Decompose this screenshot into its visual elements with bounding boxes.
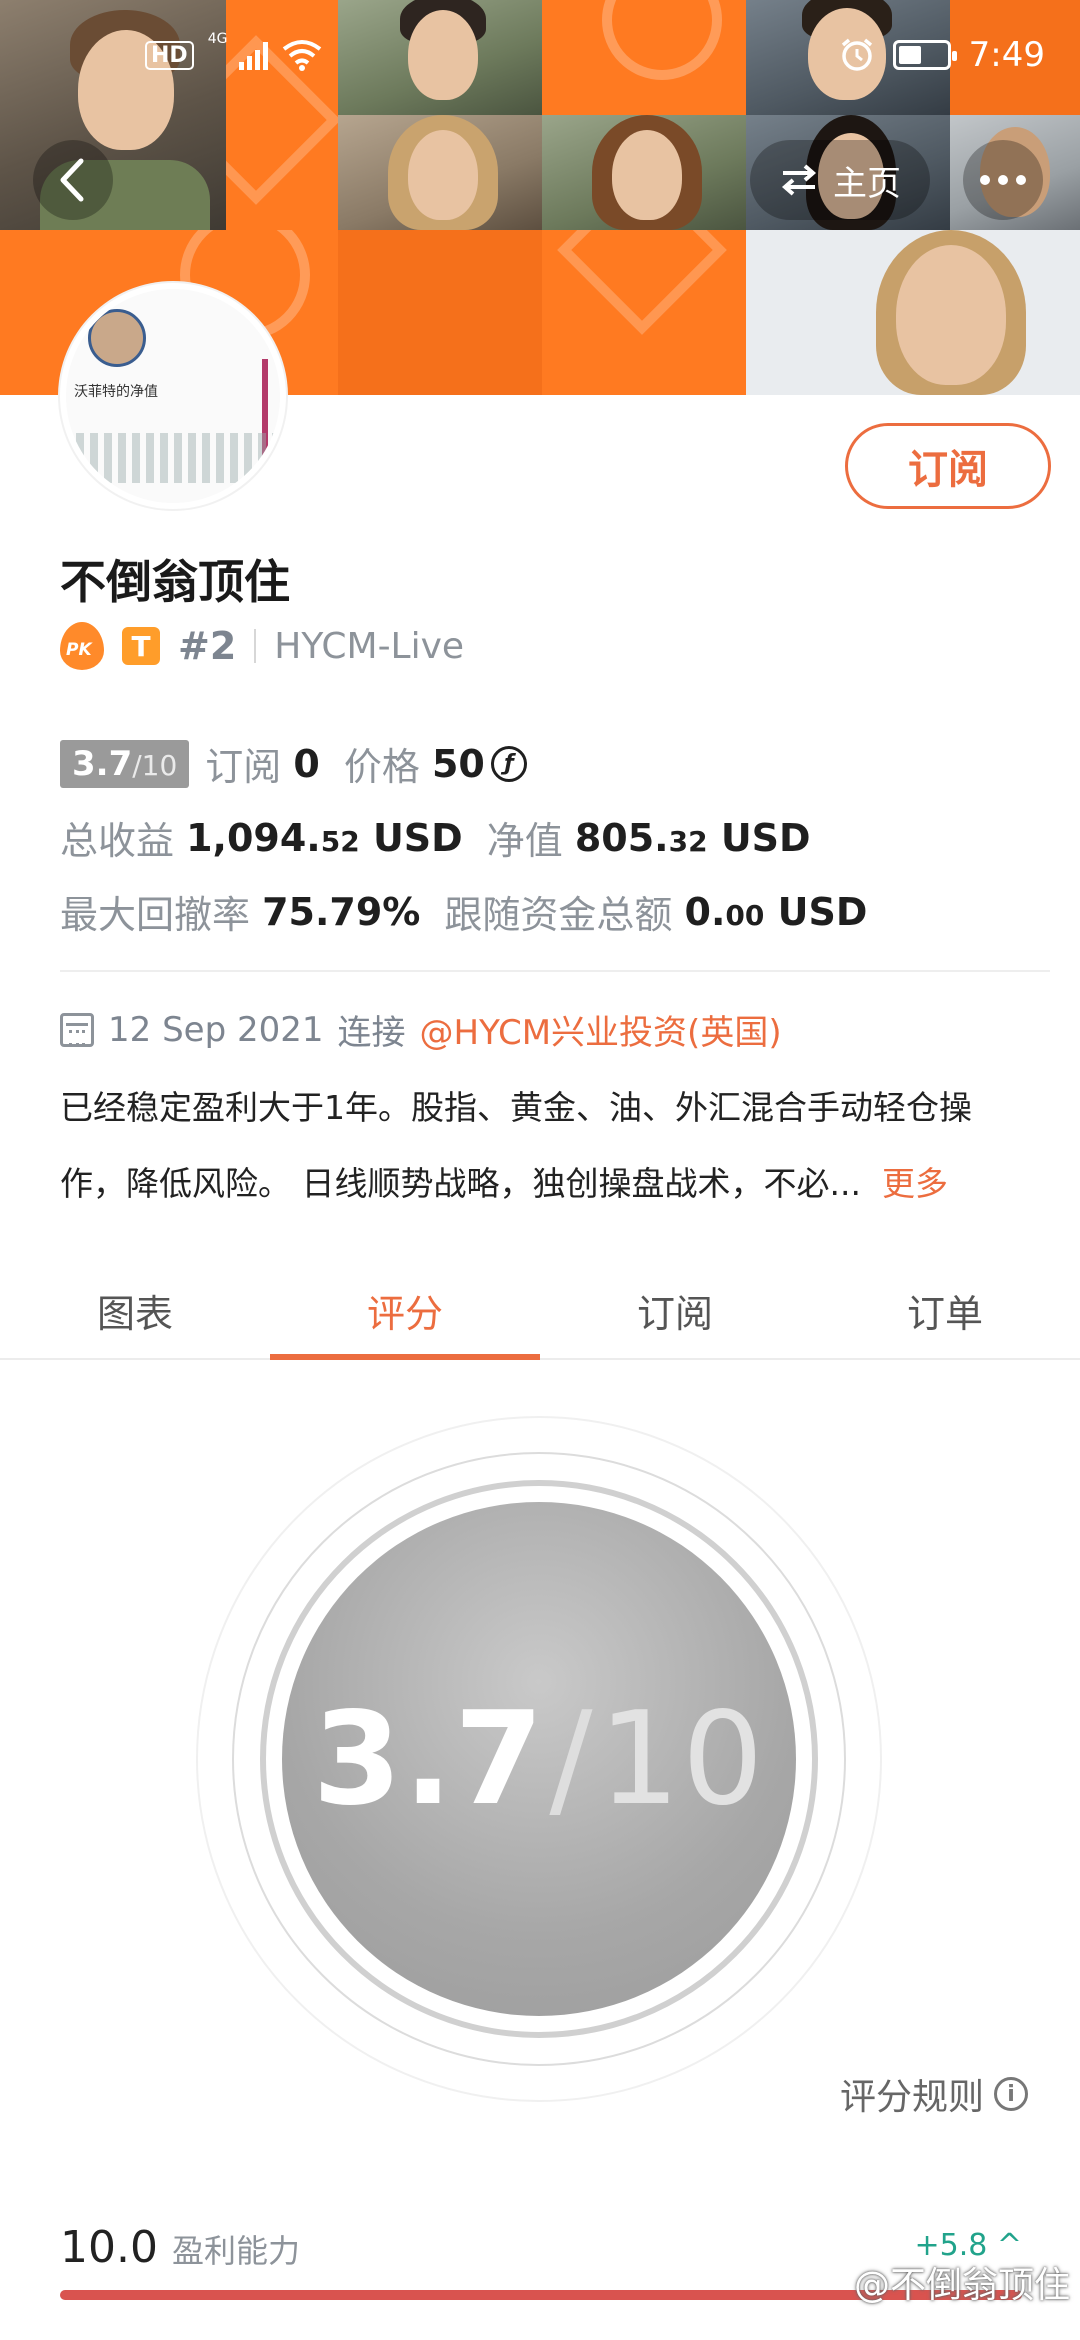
subscribe-count-label: 订阅 [205, 745, 282, 789]
banner-pattern [338, 230, 542, 395]
banner-photo [746, 230, 1080, 395]
tab-chart[interactable]: 图表 [0, 1262, 270, 1358]
banner-pattern [542, 230, 746, 395]
price-value: 50 [431, 741, 485, 786]
more-button[interactable] [963, 140, 1043, 220]
banner-photo [542, 115, 746, 230]
avatar[interactable]: 沃菲特的净值 [60, 283, 286, 509]
back-button[interactable] [33, 140, 113, 220]
metric-label: 盈利能力 [171, 2232, 300, 2270]
description-line-2: 作，降低风险。 日线顺势战略，独创操盘战术，不必... 更多 [60, 1164, 948, 1203]
rating-rules-link[interactable]: 评分规则 i [840, 2068, 1028, 2120]
chevron-left-icon [60, 158, 84, 202]
avatar-caption: 沃菲特的净值 [74, 384, 158, 400]
swap-arrows-icon [781, 164, 817, 196]
metric-profitability: 10.0 盈利能力 [60, 2222, 300, 2273]
stats-row-2: 总收益 1,094.52 USD 净值 805.32 USD [60, 810, 811, 865]
net-value-label: 净值 [486, 819, 563, 863]
divider [254, 629, 257, 663]
info-icon: i [994, 2077, 1028, 2111]
broker-link[interactable]: @HYCM兴业投资(英国) [420, 1005, 782, 1054]
tab-subscriptions[interactable]: 订阅 [540, 1262, 810, 1358]
t-badge-icon: T [122, 627, 160, 665]
calendar-icon [60, 1012, 94, 1047]
score-value: 3.7 [312, 1684, 546, 1834]
connection-row: 12 Sep 2021 连接 @HYCM兴业投资(英国) [60, 1005, 782, 1054]
alarm-icon [841, 38, 872, 71]
follow-funds-value: 0.00 USD [684, 889, 868, 934]
drawdown-label: 最大回撤率 [60, 893, 251, 937]
coin-icon: ƒ [490, 745, 527, 782]
profile-badges: PK T #2 HYCM-Live [60, 618, 464, 674]
follow-funds-label: 跟随资金总额 [444, 893, 673, 937]
net-value-value: 805.32 USD [574, 815, 811, 860]
tab-orders[interactable]: 订单 [810, 1262, 1080, 1358]
hd-indicator: HD [145, 40, 194, 70]
score-text: 3.7/10 [312, 1684, 766, 1834]
stats-row-3: 最大回撤率 75.79% 跟随资金总额 0.00 USD [60, 884, 867, 939]
connect-date: 12 Sep 2021 [108, 1009, 324, 1050]
score-max: 10 [598, 1684, 766, 1834]
tab-rating[interactable]: 评分 [270, 1262, 540, 1360]
drawdown-value: 75.79% [262, 889, 421, 934]
metric-value: 10.0 [60, 2222, 158, 2273]
banner-pattern [542, 0, 746, 115]
wifi-icon [283, 40, 322, 71]
total-profit-value: 1,094.52 USD [186, 815, 463, 860]
home-label: 主页 [833, 163, 901, 204]
price-label: 价格 [343, 745, 420, 789]
profile-name: 不倒翁顶住 [60, 555, 290, 609]
score-disc: 3.7/10 [282, 1502, 796, 2016]
clock: 7:49 [968, 35, 1045, 75]
home-button[interactable]: 主页 [750, 140, 930, 220]
tab-bar: 图表 评分 订阅 订单 [0, 1262, 1080, 1360]
battery-icon [892, 40, 957, 70]
connect-label: 连接 [337, 1013, 406, 1053]
banner-photo [338, 0, 542, 115]
rating-badge: 3.7/10 [60, 739, 190, 788]
section-divider [60, 970, 1050, 972]
signal-icon [239, 40, 269, 70]
stats-row-1: 3.7/10 订阅 0 价格 50 ƒ [60, 736, 527, 791]
total-profit-label: 总收益 [60, 819, 175, 863]
subscribe-count: 0 [293, 741, 320, 786]
rank-label: #2 [178, 624, 237, 668]
more-link[interactable]: 更多 [882, 1164, 948, 1203]
network-type: 4G [207, 31, 228, 47]
status-bar-left: HD 4G [145, 30, 322, 80]
more-horizontal-icon [980, 175, 990, 185]
status-bar-right: 7:49 [839, 30, 1045, 80]
banner-photo [338, 115, 542, 230]
subscribe-button[interactable]: 订阅 [845, 423, 1051, 509]
broker-label: HYCM-Live [274, 625, 465, 667]
watermark: @不倒翁顶住 [853, 2265, 1070, 2306]
description-line-1: 已经稳定盈利大于1年。股指、黄金、油、外汇混合手动轻仓操 [60, 1088, 972, 1127]
pk-flame-icon[interactable]: PK [60, 622, 104, 670]
